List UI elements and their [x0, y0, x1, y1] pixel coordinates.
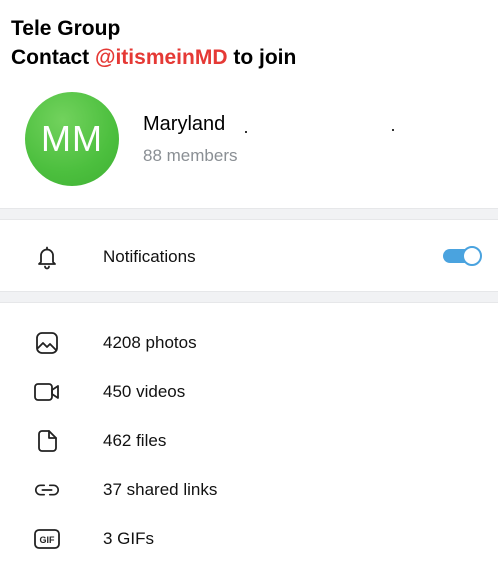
photos-count: 4208 photos [103, 333, 197, 352]
photo-icon [33, 330, 61, 356]
gifs-count: 3 GIFs [103, 529, 155, 548]
dot-mark [245, 131, 247, 133]
links-count: 37 shared links [103, 480, 218, 499]
banner-contact-suffix: to join [227, 46, 297, 69]
file-icon [33, 428, 61, 454]
bell-icon [33, 244, 61, 270]
group-name: Maryland [143, 113, 226, 135]
section-divider [0, 208, 498, 220]
banner-contact: Contact @itismeinMD to join [11, 43, 296, 72]
media-row-files[interactable]: 462 files [0, 419, 498, 463]
svg-text:GIF: GIF [40, 535, 56, 545]
link-icon [33, 477, 61, 503]
banner-handle: @itismeinMD [95, 46, 228, 69]
media-row-photos[interactable]: 4208 photos [0, 321, 498, 365]
videos-count: 450 videos [103, 382, 186, 401]
notifications-row[interactable]: Notifications [0, 235, 498, 279]
member-count: 88 members [143, 146, 238, 165]
dot-mark [392, 129, 394, 131]
group-avatar[interactable]: MM [25, 92, 119, 186]
section-divider [0, 291, 498, 303]
media-row-links[interactable]: 37 shared links [0, 468, 498, 512]
files-count: 462 files [103, 431, 167, 450]
toggle-knob [462, 246, 482, 266]
banner-contact-prefix: Contact [11, 46, 95, 69]
gif-icon: GIF [33, 526, 61, 552]
media-row-gifs[interactable]: GIF 3 GIFs [0, 517, 498, 561]
notifications-label: Notifications [103, 247, 196, 266]
banner-title: Tele Group [11, 17, 121, 40]
promo-banner: Tele Group Contact @itismeinMD to join [11, 14, 296, 72]
media-row-videos[interactable]: 450 videos [0, 370, 498, 414]
notifications-toggle[interactable] [443, 246, 483, 266]
video-icon [33, 379, 61, 405]
